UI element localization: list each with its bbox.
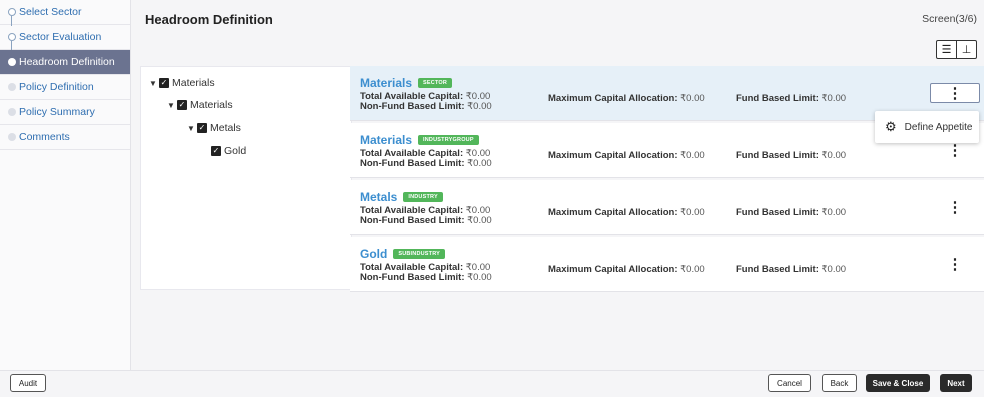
main-panel: Headroom Definition Screen(3/6) ☰ ⊥ ▼ ✓ … bbox=[130, 0, 984, 370]
footer-bar: Audit Cancel Back Save & Close Next bbox=[0, 370, 984, 397]
nfb-value: ₹0.00 bbox=[467, 215, 492, 226]
caret-down-icon[interactable]: ▼ bbox=[187, 124, 197, 133]
tree-node-metals[interactable]: ▼ ✓ Metals bbox=[187, 122, 241, 134]
mca-value: ₹0.00 bbox=[680, 264, 705, 275]
nfb-value: ₹0.00 bbox=[467, 101, 492, 112]
step-pending-icon bbox=[8, 133, 16, 141]
fbl-label: Fund Based Limit: bbox=[736, 150, 819, 161]
mca-label: Maximum Capital Allocation: bbox=[548, 264, 678, 275]
checkbox-checked-icon[interactable]: ✓ bbox=[159, 78, 169, 88]
card-name: Gold bbox=[360, 247, 388, 261]
more-options-icon[interactable]: ⋮ bbox=[930, 140, 980, 160]
mca-value: ₹0.00 bbox=[680, 150, 705, 161]
more-options-icon[interactable]: ⋮ bbox=[930, 254, 980, 274]
step-done-icon bbox=[8, 8, 16, 16]
caret-down-icon[interactable]: ▼ bbox=[149, 79, 159, 88]
nfb-value: ₹0.00 bbox=[467, 272, 492, 283]
step-sidebar: Select Sector Sector Evaluation Headroom… bbox=[0, 0, 131, 370]
screen-indicator: Screen(3/6) bbox=[922, 13, 977, 25]
mca-label: Maximum Capital Allocation: bbox=[548, 150, 678, 161]
cancel-button[interactable]: Cancel bbox=[768, 374, 811, 392]
define-appetite-item[interactable]: Define Appetite bbox=[905, 122, 973, 133]
caret-down-icon[interactable]: ▼ bbox=[167, 101, 177, 110]
tree-node-materials-sector[interactable]: ▼ ✓ Materials bbox=[149, 77, 215, 89]
tree-view-icon[interactable]: ⊥ bbox=[956, 41, 976, 58]
step-policy-definition[interactable]: Policy Definition bbox=[0, 75, 130, 100]
fbl-value: ₹0.00 bbox=[821, 207, 847, 218]
mca-label: Maximum Capital Allocation: bbox=[548, 93, 678, 104]
fbl-label: Fund Based Limit: bbox=[736, 207, 819, 218]
back-button[interactable]: Back bbox=[822, 374, 857, 392]
fbl-value: ₹0.00 bbox=[821, 264, 847, 275]
mca-label: Maximum Capital Allocation: bbox=[548, 207, 678, 218]
mca-value: ₹0.00 bbox=[680, 93, 705, 104]
tree-node-gold[interactable]: ✓ Gold bbox=[211, 145, 246, 157]
headroom-card[interactable]: Metals INDUSTRY Total Available Capital: … bbox=[350, 180, 984, 235]
step-policy-summary[interactable]: Policy Summary bbox=[0, 100, 130, 125]
headroom-card[interactable]: Gold SUBINDUSTRY Total Available Capital:… bbox=[350, 237, 984, 292]
step-done-icon bbox=[8, 33, 16, 41]
type-badge: SUBINDUSTRY bbox=[393, 249, 446, 259]
fbl-value: ₹0.00 bbox=[821, 150, 847, 161]
checkbox-checked-icon[interactable]: ✓ bbox=[177, 100, 187, 110]
step-sector-evaluation[interactable]: Sector Evaluation bbox=[0, 25, 130, 51]
fbl-label: Fund Based Limit: bbox=[736, 264, 819, 275]
page-title: Headroom Definition bbox=[145, 12, 273, 27]
card-options-menu[interactable]: ⚙ Define Appetite bbox=[875, 111, 979, 143]
step-pending-icon bbox=[8, 83, 16, 91]
view-toggle: ☰ ⊥ bbox=[936, 40, 977, 59]
checkbox-checked-icon[interactable]: ✓ bbox=[197, 123, 207, 133]
step-select-sector[interactable]: Select Sector bbox=[0, 0, 130, 26]
audit-button[interactable]: Audit bbox=[10, 374, 46, 392]
more-options-icon[interactable]: ⋮ bbox=[930, 83, 980, 103]
tree-node-materials-group[interactable]: ▼ ✓ Materials bbox=[167, 99, 233, 111]
type-badge: INDUSTRYGROUP bbox=[418, 135, 479, 145]
step-pending-icon bbox=[8, 108, 16, 116]
nfb-value: ₹0.00 bbox=[467, 158, 492, 169]
card-name: Materials bbox=[360, 76, 413, 90]
card-name: Materials bbox=[360, 133, 413, 147]
card-name: Metals bbox=[360, 190, 398, 204]
save-close-button[interactable]: Save & Close bbox=[866, 374, 930, 392]
next-button[interactable]: Next bbox=[940, 374, 972, 392]
type-badge: SECTOR bbox=[418, 78, 453, 88]
list-view-icon[interactable]: ☰ bbox=[937, 41, 956, 58]
step-current-icon bbox=[8, 58, 16, 66]
mca-value: ₹0.00 bbox=[680, 207, 705, 218]
nfb-label: Non-Fund Based Limit: bbox=[360, 215, 465, 226]
checkbox-checked-icon[interactable]: ✓ bbox=[211, 146, 221, 156]
more-options-icon[interactable]: ⋮ bbox=[930, 197, 980, 217]
nfb-label: Non-Fund Based Limit: bbox=[360, 272, 465, 283]
gear-icon: ⚙ bbox=[885, 119, 897, 134]
step-comments[interactable]: Comments bbox=[0, 125, 130, 150]
fbl-label: Fund Based Limit: bbox=[736, 93, 819, 104]
fbl-value: ₹0.00 bbox=[821, 93, 847, 104]
type-badge: INDUSTRY bbox=[403, 192, 443, 202]
nfb-label: Non-Fund Based Limit: bbox=[360, 158, 465, 169]
step-headroom-definition[interactable]: Headroom Definition bbox=[0, 50, 130, 75]
nfb-label: Non-Fund Based Limit: bbox=[360, 101, 465, 112]
sector-tree: ▼ ✓ Materials ▼ ✓ Materials ▼ ✓ Metals ✓… bbox=[140, 66, 352, 290]
